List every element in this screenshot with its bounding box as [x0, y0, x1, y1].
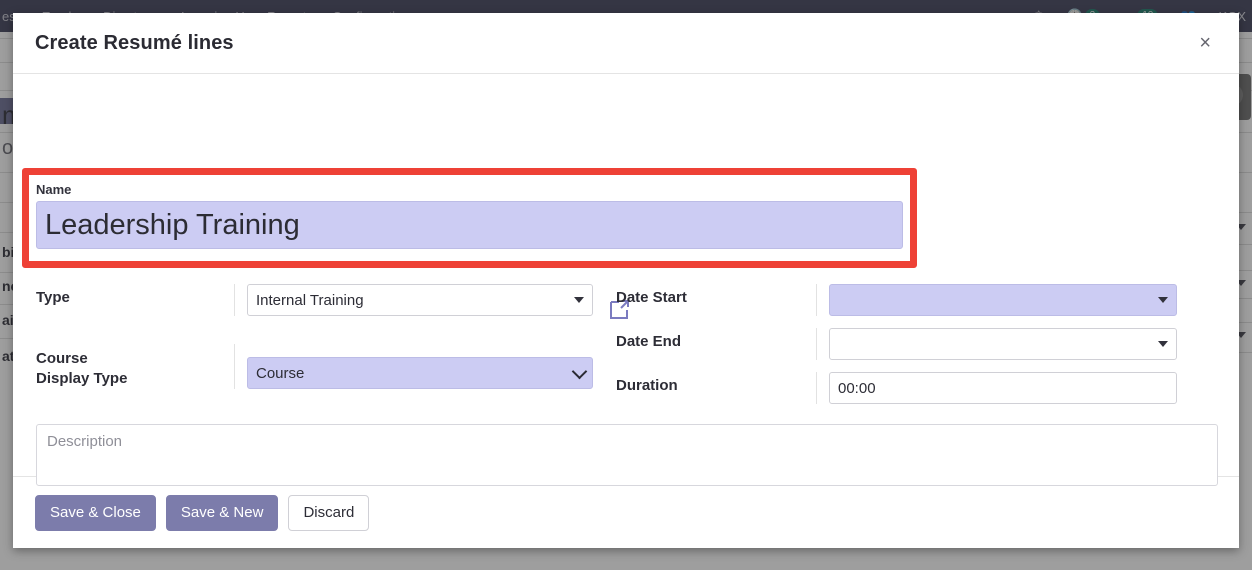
- description-textarea[interactable]: [36, 424, 1218, 486]
- screen-root: m os bile ne ail ati: [0, 0, 1252, 570]
- date-start-control-cell: [816, 284, 1196, 316]
- dialog-title: Create Resumé lines: [35, 31, 234, 54]
- date-end-label: Date End: [616, 333, 682, 350]
- course-display-type-select-wrap: [247, 357, 593, 389]
- duration-row: Duration: [616, 372, 1196, 410]
- date-start-input[interactable]: [829, 284, 1177, 316]
- date-start-select-wrap: [829, 284, 1177, 316]
- discard-button[interactable]: Discard: [288, 494, 370, 531]
- name-field-group: Name: [36, 182, 903, 249]
- date-end-input[interactable]: [829, 328, 1177, 360]
- type-label: Type: [36, 289, 70, 306]
- date-end-select-wrap: [829, 328, 1177, 360]
- date-start-row: Date Start: [616, 284, 1196, 322]
- type-select[interactable]: [247, 284, 593, 316]
- name-label: Name: [36, 182, 72, 197]
- type-select-wrap: [247, 284, 593, 316]
- field-grid: Type Course Display Type: [36, 284, 1196, 410]
- create-resume-lines-dialog: Create Resumé lines × Name Leadership Tr…: [13, 13, 1239, 548]
- close-icon[interactable]: ×: [1193, 31, 1217, 55]
- duration-label: Duration: [616, 377, 678, 394]
- duration-control-cell: [816, 372, 1196, 404]
- type-row: Type: [36, 284, 604, 322]
- course-display-type-row: Course Display Type: [36, 344, 604, 389]
- save-and-close-button[interactable]: Save & Close: [35, 494, 156, 531]
- dialog-body: Name Type: [13, 74, 1239, 486]
- name-input[interactable]: [36, 201, 903, 249]
- type-control-cell: [234, 284, 604, 316]
- dialog-header: Create Resumé lines ×: [13, 13, 1239, 74]
- field-column-right: Date Start Date End Duration 00:00: [616, 284, 1196, 410]
- description-group: [36, 424, 1218, 491]
- course-label-line2: Display Type: [36, 370, 128, 387]
- date-end-control-cell: [816, 328, 1196, 360]
- course-display-type-label: Course Display Type: [36, 344, 234, 389]
- date-end-row: Date End: [616, 328, 1196, 366]
- save-and-new-button[interactable]: Save & New: [165, 494, 279, 531]
- duration-input[interactable]: [829, 372, 1177, 404]
- date-start-label: Date Start: [616, 289, 687, 306]
- course-display-type-select[interactable]: [247, 357, 593, 389]
- course-display-type-control-cell: [234, 344, 604, 389]
- course-label-line1: Course: [36, 350, 88, 367]
- field-column-left: Type Course Display Type: [36, 284, 604, 410]
